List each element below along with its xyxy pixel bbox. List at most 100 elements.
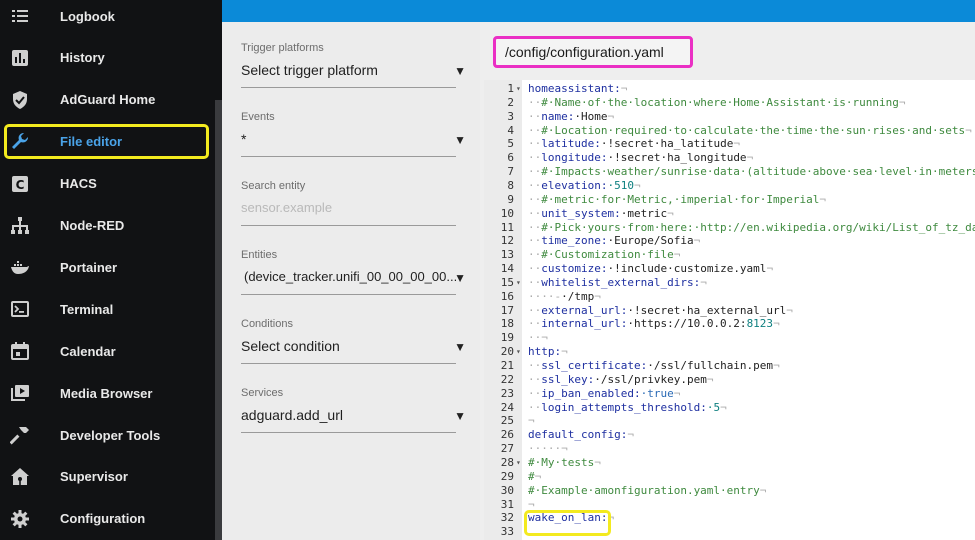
wake-on-lan-highlight (524, 510, 611, 536)
field-underline (241, 156, 456, 157)
line-number: 28 (500, 455, 514, 469)
line-number: 33 (500, 525, 514, 539)
sidebar-item-developer-tools[interactable]: Developer Tools (0, 414, 215, 456)
sidebar-item-label: AdGuard Home (60, 92, 156, 108)
code-text: #·Example·amonfiguration.yaml·entry¬ (528, 483, 767, 497)
code-text: ··login_attempts_threshold:·5¬ (528, 400, 727, 414)
file-editor-highlight (4, 124, 209, 159)
fold-toggle-icon[interactable]: ▾ (516, 345, 522, 359)
code-text: ··elevation:·510¬ (528, 178, 641, 192)
line-number: 5 (507, 137, 514, 151)
sidebar-item-label: History (60, 50, 105, 66)
entities-label: Entities (241, 249, 278, 261)
code-text: ··#·Impacts·weather/sunrise·data·(altitu… (528, 165, 975, 179)
code-text: ··longitude:·!secret·ha_longitude¬ (528, 151, 754, 165)
line-number: 10 (500, 206, 514, 220)
fold-toggle-icon[interactable]: ▾ (516, 82, 522, 96)
conditions-value: Select condition (241, 338, 340, 354)
file-path-display[interactable]: /config/configuration.yaml (493, 36, 693, 68)
dropdown-arrow-icon: ▼ (454, 340, 466, 354)
console-icon (10, 299, 30, 319)
code-text: ·····¬ (528, 442, 568, 456)
line-number: 13 (500, 248, 514, 262)
line-number: 31 (500, 497, 514, 511)
line-number: 20 (500, 345, 514, 359)
field-underline (241, 432, 456, 433)
line-number: 6 (507, 151, 514, 165)
line-number: 12 (500, 234, 514, 248)
line-number: 32 (500, 511, 514, 525)
fold-toggle-icon[interactable]: ▾ (516, 456, 522, 470)
sidebar-item-media-browser[interactable]: Media Browser (0, 372, 215, 414)
sidebar-scrollbar[interactable] (215, 100, 222, 540)
dropdown-arrow-icon: ▼ (454, 409, 466, 423)
conditions-label: Conditions (241, 318, 293, 330)
line-number: 1 (507, 82, 514, 95)
code-text: ··internal_url:·https://10.0.0.2:8123¬ (528, 317, 780, 331)
line-number: 9 (507, 192, 514, 206)
events-label: Events (241, 111, 275, 123)
code-text: ··latitude:·!secret·ha_latitude¬ (528, 137, 740, 151)
field-underline (241, 294, 456, 295)
sidebar-item-label: Developer Tools (60, 427, 161, 443)
line-number: 3 (507, 109, 514, 123)
line-number: 11 (500, 220, 514, 234)
top-app-bar (222, 0, 975, 22)
code-text: ··whitelist_external_dirs:¬ (528, 275, 707, 289)
line-number: 22 (500, 372, 514, 386)
line-number: 27 (500, 442, 514, 456)
sidebar-item-label: Logbook (60, 8, 115, 24)
code-text: default_config:¬ (528, 428, 634, 442)
sidebar: Logbook History AdGuard Home File editor C HA… (0, 0, 222, 540)
line-number: 29 (500, 469, 514, 483)
code-text: #·My·tests¬ (528, 455, 601, 469)
code-text: ··external_url:·!secret·ha_external_url¬ (528, 303, 793, 317)
chart-bar-icon (10, 48, 30, 68)
line-number: 4 (507, 123, 514, 137)
code-text: ··customize:·!include·customize.yaml¬ (528, 262, 774, 276)
sidebar-item-label: Terminal (60, 301, 114, 317)
code-text: #¬ (528, 469, 542, 483)
line-number: 17 (500, 303, 514, 317)
line-number: 21 (500, 359, 514, 372)
code-editor[interactable]: 1 ▾ homeassistant:¬ 2 ··#·Name·of·the·locati… (484, 80, 975, 540)
line-number: 25 (500, 414, 514, 428)
calendar-icon (10, 341, 30, 361)
sidebar-item-hacs[interactable]: C HACS (0, 163, 215, 205)
service-form-panel: Trigger platforms Select trigger platfor… (222, 22, 480, 540)
sidebar-item-configuration[interactable]: Configuration (0, 498, 215, 540)
sidebar-item-label: Media Browser (60, 385, 153, 401)
dropdown-arrow-icon: ▼ (454, 64, 466, 78)
sidebar-item-supervisor[interactable]: Supervisor (0, 456, 215, 498)
line-number: 24 (500, 400, 514, 414)
code-text: ··¬ (528, 331, 548, 345)
code-text: ····-·/tmp¬ (528, 289, 601, 303)
field-underline (241, 87, 456, 88)
code-text: http:¬ (528, 345, 568, 359)
trigger-platform-label: Trigger platforms (241, 42, 324, 54)
sidebar-item-portainer[interactable]: Portainer (0, 246, 215, 288)
sidebar-item-history[interactable]: History (0, 37, 215, 79)
sidebar-item-calendar[interactable]: Calendar (0, 330, 215, 372)
play-box-icon (10, 383, 30, 403)
sitemap-icon (10, 216, 30, 236)
events-value: * (241, 131, 247, 147)
line-number: 19 (500, 331, 514, 345)
field-underline (241, 225, 456, 226)
line-number: 7 (507, 165, 514, 179)
trigger-platform-value: Select trigger platform (241, 62, 378, 78)
sidebar-item-adguard[interactable]: AdGuard Home (0, 79, 215, 121)
docker-icon (10, 257, 30, 277)
services-value: adguard.add_url (241, 407, 343, 423)
line-number: 26 (500, 428, 514, 442)
sidebar-item-label: Calendar (60, 343, 116, 359)
code-text: ··ssl_certificate:·/ssl/fullchain.pem¬ (528, 359, 780, 372)
fold-toggle-icon[interactable]: ▾ (516, 276, 522, 290)
search-entity-input[interactable]: sensor.example (241, 200, 453, 215)
hammer-icon (10, 425, 30, 445)
line-number: 16 (500, 289, 514, 303)
sidebar-item-logbook[interactable]: Logbook (0, 0, 215, 37)
code-text: ··#·Name·of·the·location·where·Home·Assi… (528, 95, 906, 109)
sidebar-item-terminal[interactable]: Terminal (0, 288, 215, 330)
sidebar-item-node-red[interactable]: Node-RED (0, 205, 215, 247)
